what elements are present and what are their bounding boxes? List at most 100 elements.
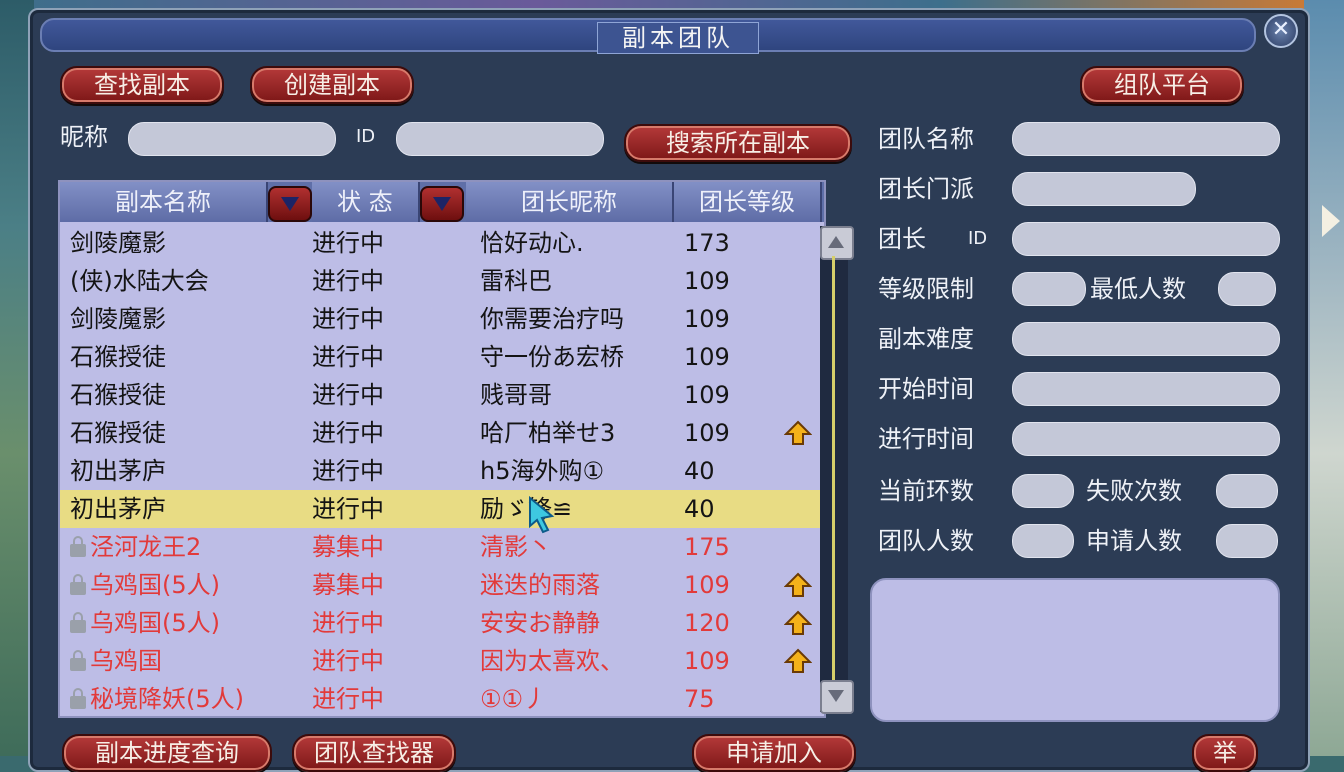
current-round-field	[1012, 474, 1074, 508]
table-row[interactable]: 秘境降妖(5人) 进行中 ①①丿 75	[60, 680, 820, 718]
close-icon[interactable]: ✕	[1264, 14, 1298, 48]
fail-count-label: 失败次数	[1086, 477, 1182, 505]
lock-icon	[70, 650, 86, 671]
dungeon-name-text: 石猴授徒	[70, 343, 166, 371]
progress-query-button[interactable]: 副本进度查询	[62, 734, 272, 772]
cell-status: 进行中	[312, 229, 384, 257]
team-finder-button[interactable]: 团队查找器	[292, 734, 456, 772]
cell-status: 进行中	[312, 267, 384, 295]
window-title: 副本团队	[597, 22, 759, 54]
table-row[interactable]: 泾河龙王2 募集中 清影丶 175	[60, 528, 820, 566]
expand-arrow-icon[interactable]	[1322, 205, 1340, 237]
difficulty-label: 副本难度	[878, 325, 974, 353]
scroll-up-button[interactable]	[820, 226, 854, 260]
fail-count-field	[1216, 474, 1278, 508]
min-people-field	[1218, 272, 1276, 306]
id-input[interactable]	[396, 122, 604, 156]
dungeon-name-text: 乌鸡国(5人)	[90, 609, 220, 637]
scrollbar[interactable]	[820, 226, 854, 714]
nickname-input[interactable]	[128, 122, 336, 156]
cell-leader-level: 173	[684, 229, 730, 257]
cell-dungeon-name: 乌鸡国(5人)	[70, 566, 220, 604]
cell-dungeon-name: (侠)水陆大会	[70, 262, 209, 300]
title-bar[interactable]: 副本团队	[40, 18, 1256, 54]
scroll-down-button[interactable]	[820, 680, 854, 714]
cell-status: 进行中	[312, 495, 384, 523]
min-people-label: 最低人数	[1090, 275, 1186, 303]
cell-leader-level: 109	[684, 571, 730, 599]
cell-status: 进行中	[312, 305, 384, 333]
upgrade-arrow-icon	[784, 572, 812, 597]
sort-name-dropdown-icon[interactable]	[268, 186, 312, 222]
cell-dungeon-name: 乌鸡国	[70, 642, 162, 680]
table-row[interactable]: 初出茅庐 进行中 h5海外购① 40	[60, 452, 820, 490]
cell-status: 进行中	[312, 647, 384, 675]
table-row[interactable]: 剑陵魔影 进行中 恰好动心. 173	[60, 224, 820, 262]
header-leader-name[interactable]: 团长昵称	[466, 182, 674, 222]
dungeon-name-text: 乌鸡国	[90, 647, 162, 675]
cell-leader-name: 你需要治疗吗	[480, 305, 624, 333]
cell-leader-name: 因为太喜欢、	[480, 647, 624, 675]
search-dungeon-button[interactable]: 搜索所在副本	[624, 124, 852, 162]
table-row[interactable]: 石猴授徒 进行中 哈厂柏举せ3 109	[60, 414, 820, 452]
table-row[interactable]: 乌鸡国(5人) 募集中 迷迭的雨落 109	[60, 566, 820, 604]
cell-status: 进行中	[312, 457, 384, 485]
cell-status: 进行中	[312, 419, 384, 447]
lock-icon	[70, 688, 86, 709]
cell-dungeon-name: 秘境降妖(5人)	[70, 680, 244, 718]
header-status[interactable]: 状 态	[312, 182, 420, 222]
dungeon-name-text: 泾河龙王2	[90, 533, 202, 561]
table-row[interactable]: 乌鸡国(5人) 进行中 安安お静静 120	[60, 604, 820, 642]
dungeon-name-text: 秘境降妖(5人)	[90, 685, 244, 713]
upgrade-arrow-icon	[784, 610, 812, 635]
dungeon-name-text: 乌鸡国(5人)	[90, 571, 220, 599]
cell-leader-level: 109	[684, 419, 730, 447]
dungeon-name-text: (侠)水陆大会	[70, 267, 209, 295]
sort-status-dropdown-icon[interactable]	[420, 186, 464, 222]
dungeon-name-text: 剑陵魔影	[70, 229, 166, 257]
cell-dungeon-name: 初出茅庐	[70, 452, 166, 490]
table-row[interactable]: (侠)水陆大会 进行中 雷科巴 109	[60, 262, 820, 300]
cell-leader-level: 109	[684, 267, 730, 295]
dungeon-name-text: 石猴授徒	[70, 419, 166, 447]
header-dungeon-name[interactable]: 副本名称	[60, 182, 268, 222]
dungeon-name-text: 初出茅庐	[70, 495, 166, 523]
lock-icon	[70, 574, 86, 595]
cell-leader-level: 120	[684, 609, 730, 637]
leader-school-field	[1012, 172, 1196, 206]
dungeon-table: 副本名称 状 态 团长昵称 团长等级 剑陵魔影 进行中 恰好动心. 173 (侠)水陆大…	[58, 180, 854, 718]
difficulty-field	[1012, 322, 1280, 356]
table-row[interactable]: 乌鸡国 进行中 因为太喜欢、 109	[60, 642, 820, 680]
apply-join-button[interactable]: 申请加入	[692, 734, 856, 772]
team-platform-button[interactable]: 组队平台	[1080, 66, 1244, 104]
dungeon-name-text: 剑陵魔影	[70, 305, 166, 333]
scroll-track-line[interactable]	[832, 256, 835, 680]
team-count-label: 团队人数	[878, 527, 974, 555]
table-row[interactable]: 石猴授徒 进行中 贱哥哥 109	[60, 376, 820, 414]
cell-leader-name: 迷迭的雨落	[480, 571, 600, 599]
cell-status: 募集中	[312, 533, 384, 561]
run-time-label: 进行时间	[878, 425, 974, 453]
leader-label: 团长	[878, 225, 926, 253]
team-name-field	[1012, 122, 1280, 156]
table-row[interactable]: 石猴授徒 进行中 守一份あ宏桥 109	[60, 338, 820, 376]
upgrade-arrow-icon	[784, 648, 812, 673]
lock-icon	[70, 612, 86, 633]
header-leader-level[interactable]: 团长等级	[674, 182, 822, 222]
create-dungeon-button[interactable]: 创建副本	[250, 66, 414, 104]
cell-status: 进行中	[312, 609, 384, 637]
cell-leader-name: 恰好动心.	[480, 229, 584, 257]
mouse-cursor-icon	[529, 496, 555, 534]
cell-leader-name: h5海外购①	[480, 457, 604, 485]
current-round-label: 当前环数	[878, 477, 974, 505]
report-button[interactable]: 举	[1192, 734, 1258, 772]
table-row[interactable]: 剑陵魔影 进行中 你需要治疗吗 109	[60, 300, 820, 338]
cell-dungeon-name: 石猴授徒	[70, 376, 166, 414]
apply-count-label: 申请人数	[1086, 527, 1182, 555]
upgrade-arrow-icon	[784, 420, 812, 445]
team-name-label: 团队名称	[878, 125, 974, 153]
find-dungeon-button[interactable]: 查找副本	[60, 66, 224, 104]
table-row[interactable]: 初出茅庐 进行中 励ゞ锋≌ 40	[60, 490, 820, 528]
cell-dungeon-name: 泾河龙王2	[70, 528, 201, 566]
leader-school-label: 团长门派	[878, 175, 974, 203]
